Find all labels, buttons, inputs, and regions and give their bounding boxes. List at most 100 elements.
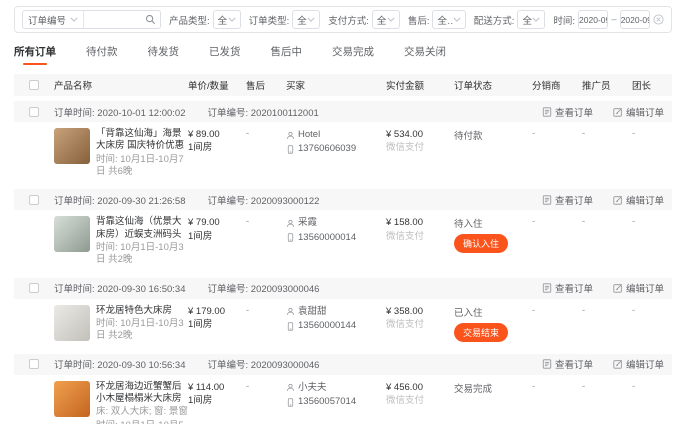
status-cell: 交易完成 <box>454 381 532 424</box>
column-header: 单价/数量 <box>188 78 246 92</box>
row-checkbox[interactable] <box>29 359 39 369</box>
user-icon <box>286 307 295 316</box>
filter-select[interactable]: 全部 <box>372 10 400 29</box>
order-time: 订单时间: 2020-09-30 10:56:34 <box>54 357 186 371</box>
status-action-button[interactable]: 确认入住 <box>454 234 508 253</box>
product-thumbnail <box>54 305 90 341</box>
promoter-cell: - <box>582 305 632 343</box>
payment-method: 微信支付 <box>386 394 454 407</box>
order-time: 订单时间: 2020-09-30 21:26:58 <box>54 193 186 207</box>
edit-order-icon <box>613 195 623 205</box>
order-block: 订单时间: 2020-09-30 16:50:34 订单编号: 20200930… <box>14 278 672 349</box>
view-order-button[interactable]: 查看订单 <box>542 193 593 207</box>
filter-item: 支付方式: 全部 <box>328 10 400 29</box>
chevron-down-icon <box>307 17 315 22</box>
view-order-icon <box>542 359 552 369</box>
order-tab[interactable]: 交易关闭 <box>404 44 446 65</box>
product-date-range: 时间: 10月1日-10月5日 共4晚 <box>96 420 188 424</box>
order-row: 背靠这仙海（优景大床房）近蜈支洲码头 时间: 10月1日-10月3日 共2晚 ¥… <box>14 210 672 272</box>
product-date-range: 时间: 10月1日-10月3日 共2晚 <box>96 242 188 267</box>
filter-select[interactable]: 全部 <box>213 10 241 29</box>
view-order-button[interactable]: 查看订单 <box>542 357 593 371</box>
order-tab[interactable]: 待发货 <box>148 44 180 65</box>
filter-item: 售后: 全部 <box>408 10 466 29</box>
select-all-checkbox[interactable] <box>29 80 39 90</box>
buyer-phone: 13560057014 <box>298 395 356 409</box>
order-subheader: 订单时间: 2020-09-30 16:50:34 订单编号: 20200930… <box>14 278 672 299</box>
price-qty-cell: ¥ 89.00 1间房 <box>188 128 246 178</box>
view-order-button[interactable]: 查看订单 <box>542 281 593 295</box>
order-tab[interactable]: 所有订单 <box>14 44 56 65</box>
view-order-icon <box>542 107 552 117</box>
edit-order-button[interactable]: 编辑订单 <box>613 281 664 295</box>
date-to-box[interactable] <box>620 10 650 29</box>
buyer-phone: 13760606039 <box>298 142 356 156</box>
user-icon <box>286 131 295 140</box>
amount-cell: ¥ 158.00 微信支付 <box>386 216 454 266</box>
clear-date-icon[interactable] <box>653 14 664 25</box>
status-cell: 待付款 <box>454 128 532 178</box>
payment-method: 微信支付 <box>386 318 454 331</box>
search-type-select[interactable]: 订单编号 <box>23 11 84 28</box>
product-date-range: 时间: 10月1日-10月7日 共6晚 <box>96 154 188 179</box>
status-action-button[interactable]: 交易结束 <box>454 323 508 342</box>
unit-price: ¥ 79.00 <box>188 216 246 229</box>
chevron-down-icon <box>387 17 395 22</box>
edit-order-button[interactable]: 编辑订单 <box>613 105 664 119</box>
aftersale-cell: - <box>246 381 286 424</box>
order-management-page: 订单编号 产品类型: 全部 订单类型: 全部 <box>0 0 686 424</box>
order-number: 订单编号: 2020093000046 <box>208 357 320 371</box>
row-checkbox[interactable] <box>29 195 39 205</box>
date-from-box[interactable] <box>578 10 608 29</box>
order-number: 订单编号: 2020100112001 <box>208 105 319 119</box>
filter-select[interactable]: 全部 <box>292 10 320 29</box>
group-leader-cell: - <box>632 381 672 424</box>
view-order-button[interactable]: 查看订单 <box>542 105 593 119</box>
unit-price: ¥ 179.00 <box>188 305 246 318</box>
search-input[interactable] <box>88 14 145 25</box>
chevron-down-icon <box>453 17 461 22</box>
order-subheader: 订单时间: 2020-09-30 21:26:58 订单编号: 20200930… <box>14 189 672 210</box>
chevron-down-icon <box>532 17 540 22</box>
date-to-input[interactable] <box>621 15 649 25</box>
row-checkbox[interactable] <box>29 283 39 293</box>
order-tab[interactable]: 售后中 <box>271 44 303 65</box>
buyer-cell: 袁甜甜 13560000144 <box>286 305 386 343</box>
paid-amount: ¥ 158.00 <box>386 216 454 229</box>
edit-order-button[interactable]: 编辑订单 <box>613 357 664 371</box>
order-block: 订单时间: 2020-10-01 12:00:02 订单编号: 20201001… <box>14 101 672 184</box>
distributor-cell: - <box>532 381 582 424</box>
row-checkbox[interactable] <box>29 107 39 117</box>
view-order-icon <box>542 195 552 205</box>
room-qty: 1间房 <box>188 394 246 407</box>
date-from-input[interactable] <box>579 15 607 25</box>
filter-item: 产品类型: 全部 <box>169 10 241 29</box>
edit-order-button[interactable]: 编辑订单 <box>613 193 664 207</box>
order-number: 订单编号: 2020093000122 <box>208 193 320 207</box>
aftersale-cell: - <box>246 305 286 343</box>
paid-amount: ¥ 456.00 <box>386 381 454 394</box>
buyer-cell: 小夫夫 13560057014 <box>286 381 386 424</box>
chevron-down-icon <box>70 17 78 22</box>
order-status: 待入住 <box>454 216 532 230</box>
filter-item: 订单类型: 全部 <box>249 10 321 29</box>
buyer-name: 采霞 <box>298 216 317 230</box>
distributor-cell: - <box>532 216 582 266</box>
phone-icon <box>286 398 295 407</box>
edit-order-icon <box>613 283 623 293</box>
search-icon[interactable] <box>145 14 156 25</box>
order-tab[interactable]: 交易完成 <box>332 44 374 65</box>
filter-bar: 订单编号 产品类型: 全部 订单类型: 全部 <box>14 6 672 33</box>
product-thumbnail <box>54 216 90 252</box>
order-tab[interactable]: 待付款 <box>86 44 118 65</box>
view-order-icon <box>542 283 552 293</box>
product-name: 环龙居特色大床房 <box>96 305 188 317</box>
status-cell: 待入住 确认入住 <box>454 216 532 266</box>
buyer-phone: 13560000144 <box>298 319 356 333</box>
filter-select[interactable]: 全部 <box>517 10 545 29</box>
order-tab[interactable]: 已发货 <box>209 44 241 65</box>
order-search-group: 订单编号 <box>22 10 161 29</box>
edit-order-icon <box>613 107 623 117</box>
filter-select[interactable]: 全部 <box>432 10 465 29</box>
status-cell: 已入住 交易结束 <box>454 305 532 343</box>
